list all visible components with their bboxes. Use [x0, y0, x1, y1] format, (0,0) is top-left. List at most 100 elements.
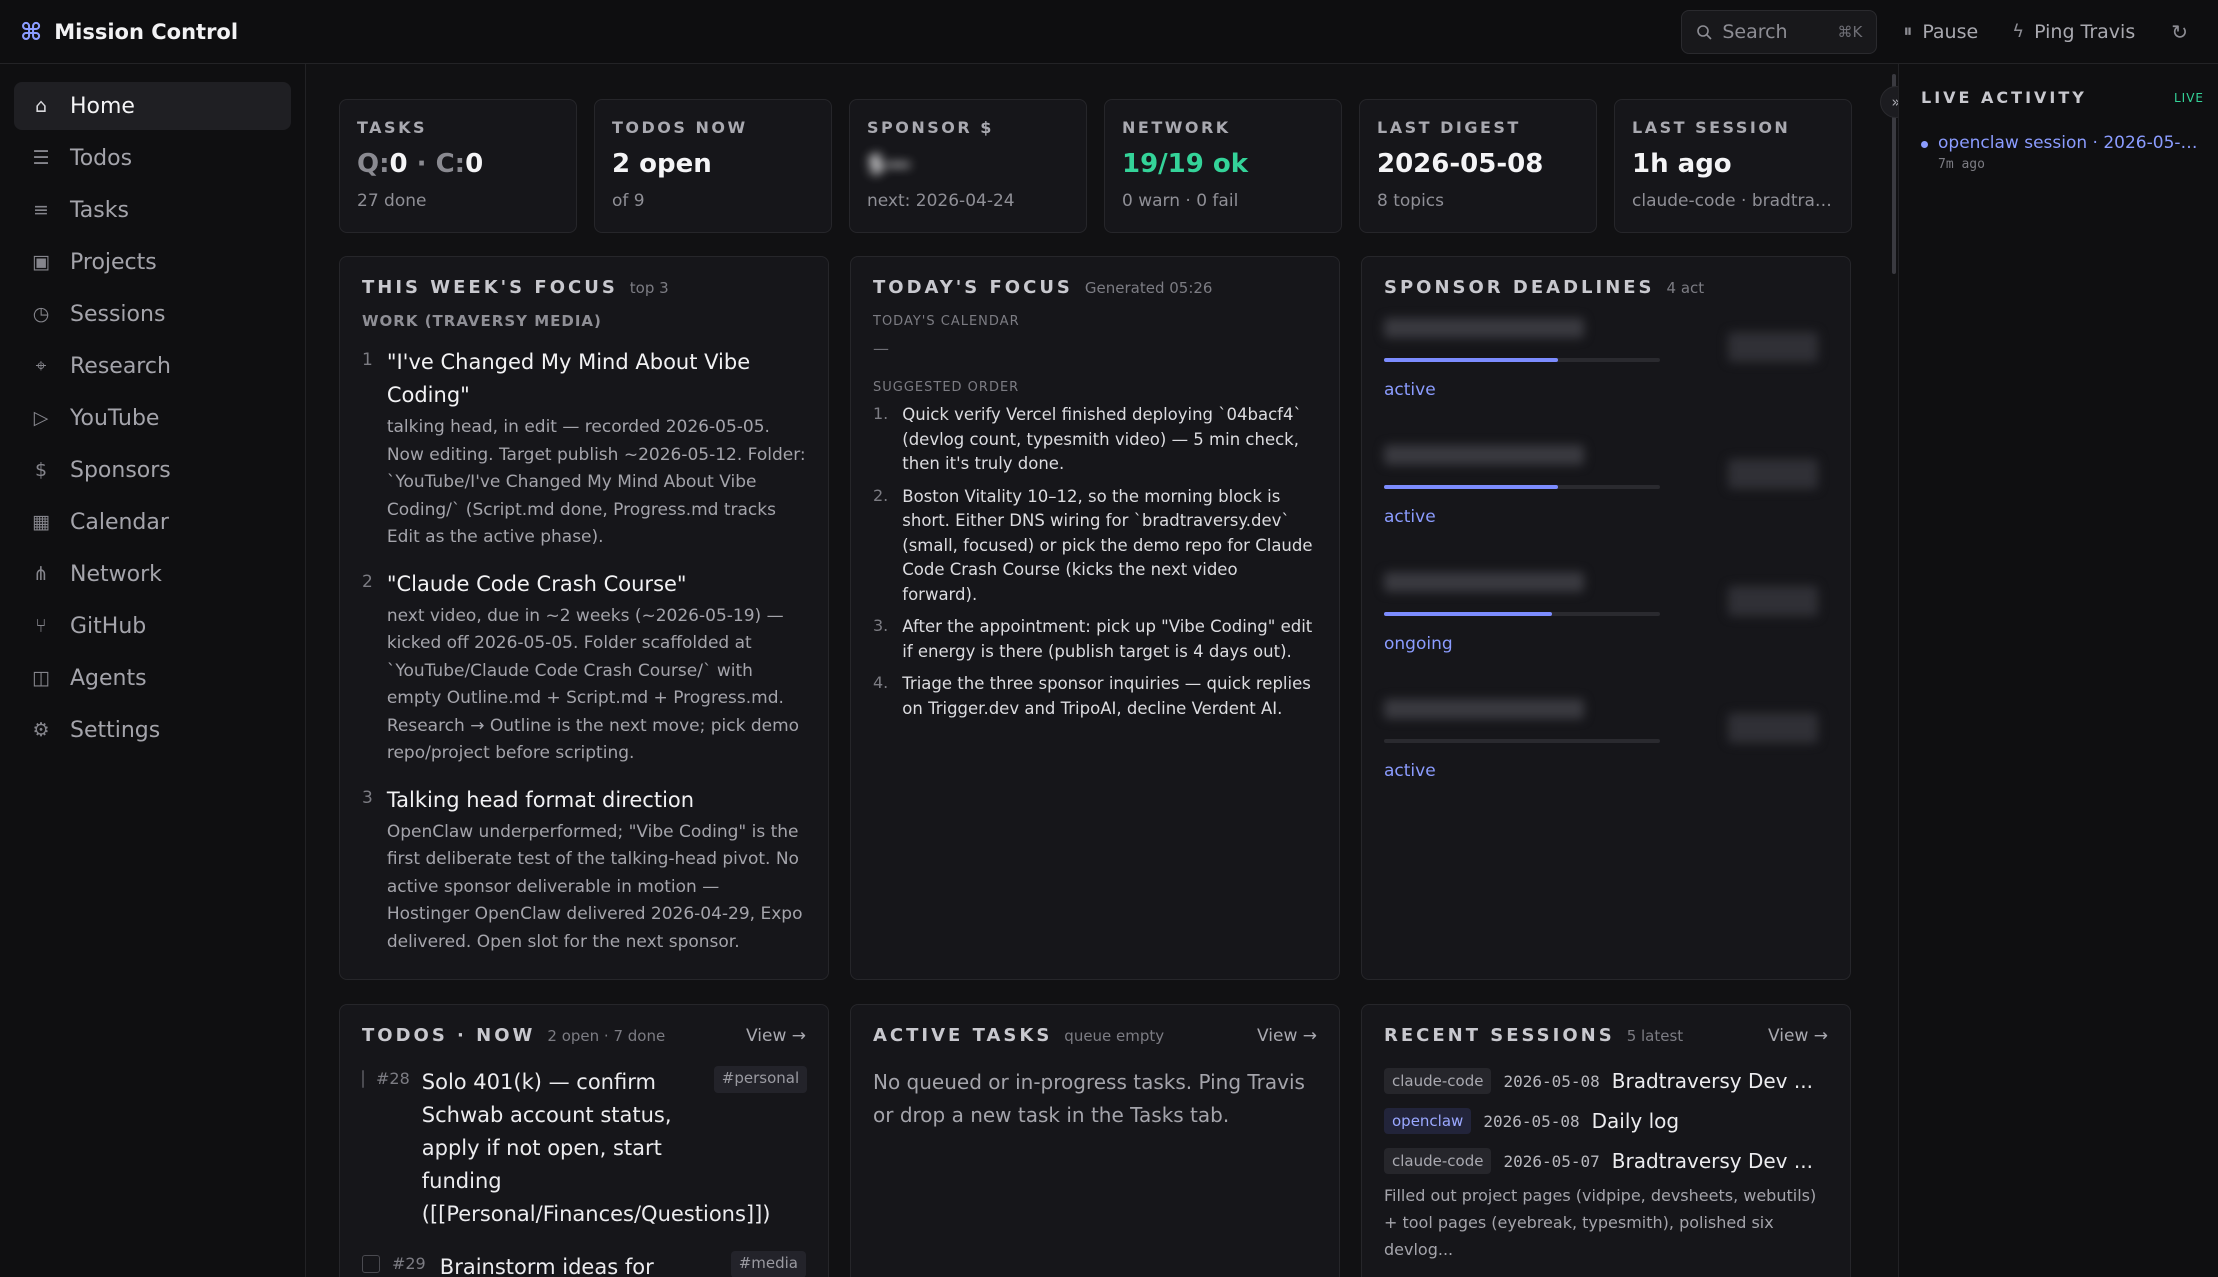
sidebar-item-projects[interactable]: ▣ Projects [14, 238, 291, 286]
stat-value: 1h ago [1632, 149, 1732, 179]
card-meta: top 3 [629, 279, 669, 297]
focus-title: "Claude Code Crash Course" [386, 571, 687, 596]
app-brand[interactable]: ⌘ Mission Control [20, 18, 238, 46]
sponsor-amount-redacted [1728, 332, 1818, 362]
sidebar-item-calendar[interactable]: ▦ Calendar [14, 498, 291, 546]
ping-travis-button[interactable]: ϟ Ping Travis [2004, 21, 2143, 43]
card-meta: queue empty [1064, 1027, 1165, 1045]
calendar-icon: ▦ [32, 511, 50, 533]
todo-number: #28 [376, 1069, 410, 1088]
activity-item[interactable]: openclaw session · 2026-05-08... 7m ago [1921, 133, 2204, 172]
search-input[interactable]: Search ⌘K [1681, 9, 1878, 54]
view-link[interactable]: View → [1257, 1026, 1317, 1046]
sponsor-row[interactable]: active [1384, 445, 1828, 546]
view-link[interactable]: View → [746, 1026, 806, 1046]
todo-number: #29 [391, 1254, 426, 1273]
sponsor-name-redacted [1384, 572, 1584, 592]
sidebar-item-youtube[interactable]: ▷ YouTube [14, 394, 291, 442]
order-number: 1. [873, 404, 889, 423]
stat-value: 2 open [612, 149, 712, 179]
sidebar-item-settings[interactable]: ⚙ Settings [14, 706, 291, 754]
network-icon: ⋔ [33, 563, 49, 585]
refresh-icon[interactable]: ↻ [2161, 20, 2198, 44]
completed-value: 0 [465, 149, 484, 179]
status-dot-icon [1921, 141, 1928, 148]
sidebar-item-label: Projects [70, 249, 157, 275]
stat-card-network[interactable]: NETWORK 19/19 ok 0 warn · 0 fail [1104, 99, 1342, 233]
stat-card-digest[interactable]: LAST DIGEST 2026-05-08 8 topics [1359, 99, 1597, 233]
sidebar: ⌂ Home ☰ Todos ≡ Tasks ▣ Projects ◷ Sessions … [0, 64, 306, 1277]
calendar-value: — [873, 339, 889, 358]
sponsor-row[interactable]: ongoing [1384, 572, 1828, 673]
stat-label: LAST DIGEST [1377, 118, 1521, 137]
sidebar-item-github[interactable]: ⑂ GitHub [14, 602, 291, 650]
todo-checkbox[interactable] [362, 1070, 364, 1088]
lightning-icon: ϟ [2012, 21, 2025, 42]
activity-text: openclaw session · 2026-05-08... [1938, 133, 2200, 153]
sidebar-item-label: Calendar [70, 509, 169, 535]
order-label: SUGGESTED ORDER [873, 380, 1020, 395]
stat-card-todos[interactable]: TODOS NOW 2 open of 9 [594, 99, 832, 233]
stat-label: LAST SESSION [1632, 118, 1791, 137]
sidebar-item-sessions[interactable]: ◷ Sessions [14, 290, 291, 338]
sidebar-item-todos[interactable]: ☰ Todos [14, 134, 291, 182]
main-scrollbar[interactable] [1892, 64, 1896, 1277]
sidebar-item-label: GitHub [70, 613, 147, 639]
sponsor-row[interactable]: active [1384, 318, 1828, 419]
sponsor-amount-redacted [1728, 586, 1818, 616]
live-activity-panel: LIVE ACTIVITY LIVE openclaw session · 20… [1898, 64, 2218, 1277]
git-branch-icon: ⑂ [35, 615, 47, 637]
live-badge: LIVE [2173, 90, 2204, 105]
sidebar-item-sponsors[interactable]: $ Sponsors [14, 446, 291, 494]
sidebar-item-network[interactable]: ⋔ Network [14, 550, 291, 598]
todo-checkbox[interactable] [362, 1255, 380, 1273]
sidebar-item-research[interactable]: ⌖ Research [14, 342, 291, 390]
order-number: 3. [873, 616, 889, 635]
card-title: THIS WEEK'S FOCUS [362, 277, 618, 298]
todo-tag[interactable]: #personal [713, 1066, 808, 1093]
todo-tag[interactable]: #media [730, 1251, 806, 1277]
activity-time: 7m ago [1938, 157, 1985, 172]
sponsor-amount-redacted [1728, 713, 1818, 743]
view-link[interactable]: View → [1768, 1026, 1828, 1046]
sponsor-status: active [1384, 507, 1436, 527]
card-meta: 2 open · 7 done [547, 1027, 666, 1045]
search-shortcut: ⌘K [1837, 22, 1863, 41]
stat-card-sponsor[interactable]: SPONSOR $ $— next: 2026-04-24 [849, 99, 1087, 233]
stat-card-session[interactable]: LAST SESSION 1h ago claude-code · bradtr… [1614, 99, 1852, 233]
stat-sub: 0 warn · 0 fail [1122, 191, 1239, 211]
stat-card-tasks[interactable]: TASKS Q:0 · C:0 27 done [339, 99, 577, 233]
todo-item: #28 Solo 401(k) — confirm Schwab account… [362, 1066, 808, 1231]
focus-title: "I've Changed My Mind About Vibe Coding" [386, 350, 751, 407]
focus-title: Talking head format direction [386, 787, 695, 812]
sponsor-list: active active ongoing active [1384, 318, 1828, 800]
order-number: 4. [873, 673, 889, 692]
order-item: 3. After the appointment: pick up "Vibe C… [873, 615, 1317, 664]
telescope-icon: ⌖ [35, 355, 47, 377]
item-number: 2 [362, 571, 373, 592]
stat-label: NETWORK [1122, 118, 1231, 137]
stat-value: Q:0 · C:0 [357, 149, 559, 179]
session-row[interactable]: claude-code 2026-05-08 Bradtraversy Dev … [1384, 1068, 1828, 1094]
focus-item: 2 "Claude Code Crash Course" next video,… [362, 568, 806, 768]
sponsor-progress-track [1384, 612, 1660, 616]
stat-label: TASKS [357, 118, 427, 137]
sidebar-item-tasks[interactable]: ≡ Tasks [14, 186, 291, 234]
order-text: Boston Vitality 10–12, so the morning bl… [902, 486, 1313, 604]
session-description: Filled out project pages (vidpipe, devsh… [1384, 1186, 1817, 1259]
session-source-badge: claude-code [1384, 1148, 1492, 1174]
sidebar-item-label: Settings [70, 717, 161, 743]
top-actions: Search ⌘K ⏸ Pause ϟ Ping Travis ↻ [1681, 9, 2198, 54]
sponsor-status: active [1384, 380, 1436, 400]
sidebar-item-agents[interactable]: ◫ Agents [14, 654, 291, 702]
order-text: Quick verify Vercel finished deploying `… [902, 405, 1302, 473]
session-row[interactable]: openclaw 2026-05-08 Daily log [1384, 1108, 1828, 1134]
sponsor-row[interactable]: active [1384, 699, 1828, 800]
calendar-label: TODAY'S CALENDAR [873, 314, 1020, 329]
list-icon: ☰ [32, 147, 50, 169]
session-row[interactable]: claude-code 2026-05-07 Bradtraversy Dev … [1384, 1148, 1828, 1174]
pause-button[interactable]: ⏸ Pause [1895, 21, 1986, 43]
focus-item: 1 "I've Changed My Mind About Vibe Codin… [362, 346, 806, 552]
sidebar-item-home[interactable]: ⌂ Home [14, 82, 291, 130]
todos-now-card: TODOS · NOW 2 open · 7 done View → #28 S… [339, 1004, 829, 1277]
